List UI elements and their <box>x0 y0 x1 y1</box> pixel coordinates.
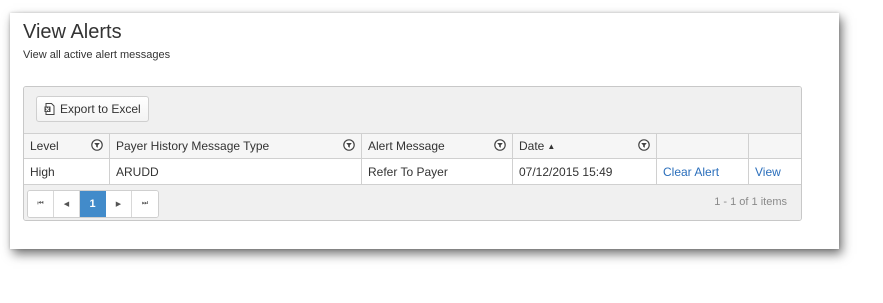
alerts-panel: View Alerts View all active alert messag… <box>10 13 839 249</box>
cell-message-type: ARUDD <box>110 159 362 184</box>
next-page-button[interactable]: ▶ <box>106 191 132 217</box>
last-page-button[interactable]: ⏭ <box>132 191 158 217</box>
export-button-label: Export to Excel <box>60 102 141 116</box>
alerts-grid: Export to Excel Level Payer History Mess… <box>23 86 802 221</box>
cell-level: High <box>24 159 110 184</box>
column-header-label: Payer History Message Type <box>116 139 270 153</box>
column-header-payer-history-message-type[interactable]: Payer History Message Type <box>110 134 362 158</box>
previous-page-button[interactable]: ◀ <box>54 191 80 217</box>
cell-clear-alert: Clear Alert <box>657 159 749 184</box>
column-header-date[interactable]: Date ▲ <box>513 134 657 158</box>
filter-icon[interactable] <box>494 139 506 151</box>
page-title: View Alerts <box>23 21 122 43</box>
first-page-button[interactable]: ⏮ <box>28 191 54 217</box>
column-header-view <box>749 134 801 158</box>
sort-ascending-icon: ▲ <box>547 141 556 151</box>
column-header-label: Alert Message <box>368 139 445 153</box>
column-header-level[interactable]: Level <box>24 134 110 158</box>
grid-pager: ⏮ ◀ 1 ▶ ⏭ 1 - 1 of 1 items <box>24 185 801 220</box>
pager-buttons: ⏮ ◀ 1 ▶ ⏭ <box>27 190 159 218</box>
grid-header-row: Level Payer History Message Type Alert M… <box>24 134 801 159</box>
column-header-actions <box>657 134 749 158</box>
cell-alert-message: Refer To Payer <box>362 159 513 184</box>
pager-info: 1 - 1 of 1 items <box>714 196 787 208</box>
filter-icon[interactable] <box>638 139 650 151</box>
column-header-alert-message[interactable]: Alert Message <box>362 134 513 158</box>
table-row: High ARUDD Refer To Payer 07/12/2015 15:… <box>24 159 801 185</box>
column-header-label: Date <box>519 139 545 153</box>
cell-view: View <box>749 159 801 184</box>
clear-alert-link[interactable]: Clear Alert <box>663 165 719 179</box>
cell-date: 07/12/2015 15:49 <box>513 159 657 184</box>
export-to-excel-button[interactable]: Export to Excel <box>36 96 149 122</box>
page-1-button[interactable]: 1 <box>80 191 106 217</box>
page-subtitle: View all active alert messages <box>23 49 171 61</box>
view-link[interactable]: View <box>755 165 781 179</box>
filter-icon[interactable] <box>343 139 355 151</box>
excel-file-icon <box>44 103 56 115</box>
column-header-label: Level <box>30 139 59 153</box>
filter-icon[interactable] <box>91 139 103 151</box>
grid-toolbar: Export to Excel <box>24 87 801 134</box>
